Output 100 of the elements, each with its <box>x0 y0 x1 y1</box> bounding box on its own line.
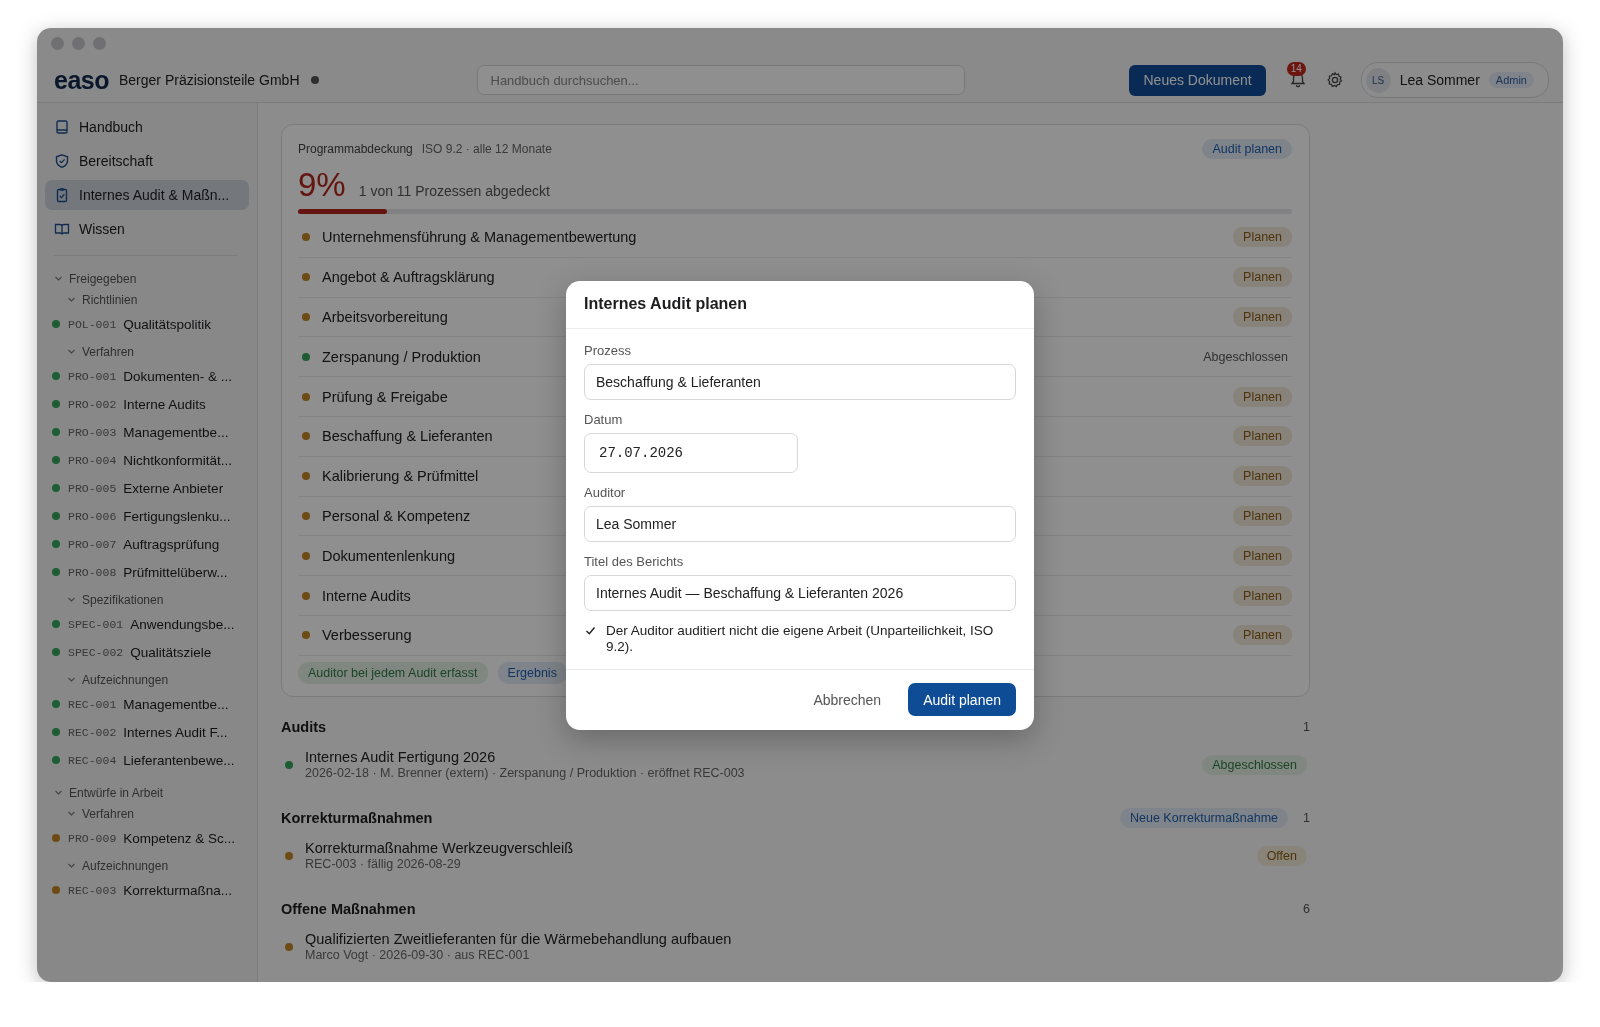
field-label: Prozess <box>584 342 632 358</box>
chevron-icon <box>54 274 63 283</box>
status-badge: Offen <box>1256 845 1307 866</box>
item-meta: Marco Vogt · 2026-09-30 · aus REC-001 <box>305 948 531 963</box>
process-name: Unternehmensführung & Managementbewertung <box>322 229 637 246</box>
status-dot <box>310 76 319 84</box>
document-item[interactable]: PRO-007 Auftragsprüfung <box>45 530 249 558</box>
process-name: Kalibrierung & Prüfmittel <box>322 468 479 485</box>
chevron-icon <box>67 675 76 684</box>
document-item[interactable]: REC-002 Internes Audit F... <box>45 718 249 746</box>
plan-button[interactable]: Planen <box>1233 505 1292 526</box>
document-code: PRO-005 <box>68 481 117 495</box>
tree-group[interactable]: Freigegeben <box>45 268 249 289</box>
settings-icon <box>1325 71 1344 89</box>
document-code: SPEC-001 <box>68 617 124 631</box>
document-title: Internes Audit F... <box>123 724 228 740</box>
cancel-button[interactable]: Abbrechen <box>807 690 888 709</box>
book-icon <box>54 119 70 135</box>
submit-button[interactable]: Audit planen <box>908 683 1016 716</box>
document-item[interactable]: PRO-009 Kompetenz & Sc... <box>45 824 249 852</box>
document-title: Managementbe... <box>123 696 229 712</box>
process-name: Prüfung & Freigabe <box>322 388 448 405</box>
document-item[interactable]: REC-003 Korrekturmaßna... <box>45 876 249 904</box>
process-name: Zerspanung / Produktion <box>322 348 481 365</box>
tree-group[interactable]: Richtlinien <box>45 289 249 310</box>
tree-group[interactable]: Aufzeichnungen <box>45 855 249 876</box>
dialog-title: Internes Audit planen <box>566 280 1034 329</box>
date-field[interactable]: 27.07.2026 <box>584 432 798 473</box>
input-field[interactable]: Internes Audit — Beschaffung & Lieferanten 2026 <box>584 574 1016 611</box>
sidebar-item[interactable]: Wissen <box>45 214 249 244</box>
tag: Ergebnis <box>497 661 567 684</box>
search-field[interactable]: Handbuch durchsuchen... <box>476 65 965 95</box>
plan-button[interactable]: Planen <box>1233 545 1292 566</box>
process-name: Personal & Kompetenz <box>322 507 471 524</box>
document-title: Korrekturmaßna... <box>123 882 233 898</box>
plan-button[interactable]: Planen <box>1233 426 1292 447</box>
sidebar-item[interactable]: Handbuch <box>45 112 249 142</box>
plan-button[interactable]: Planen <box>1233 585 1292 606</box>
sidebar-item[interactable]: Bereitschaft <box>45 146 249 176</box>
process-name: Angebot & Auftragsklärung <box>322 269 495 286</box>
process-name: Beschaffung & Lieferanten <box>322 428 493 445</box>
section-count: 1 <box>1302 719 1310 734</box>
document-item[interactable]: REC-001 Managementbe... <box>45 690 249 718</box>
document-item[interactable]: PRO-006 Fertigungslenku... <box>45 502 249 530</box>
tree-group-label: Verfahren <box>82 806 135 821</box>
shield-icon <box>54 153 70 169</box>
process-name: Verbesserung <box>322 627 412 644</box>
document-title: Nichtkonformität... <box>123 452 233 468</box>
plan-button[interactable]: Planen <box>1233 625 1292 646</box>
plan-button[interactable]: Planen <box>1233 267 1292 288</box>
user-menu[interactable]: LS Lea Sommer Admin <box>1360 62 1549 98</box>
role-badge: Admin <box>1488 72 1534 88</box>
plan-audit-button[interactable]: Audit planen <box>1202 139 1292 159</box>
tag: Auditor bei jedem Audit erfasst <box>298 661 488 684</box>
document-code: SPEC-002 <box>68 645 124 659</box>
input-field[interactable]: Lea Sommer <box>584 505 1016 542</box>
document-item[interactable]: REC-004 Lieferantenbewe... <box>45 746 249 774</box>
chevron-icon <box>67 347 76 356</box>
plan-button[interactable]: Planen <box>1233 307 1292 327</box>
document-item[interactable]: PRO-005 Externe Anbieter <box>45 474 249 502</box>
plan-button[interactable]: Planen <box>1233 227 1292 248</box>
new-corrective-action-button[interactable]: Neue Korrekturmaßnahme <box>1120 807 1288 828</box>
field-label: Titel des Berichts <box>584 553 685 569</box>
notification-count: 14 <box>1286 62 1306 76</box>
sidebar-item-label: Internes Audit & Maßn... <box>79 187 230 203</box>
document-item[interactable]: PRO-003 Managementbe... <box>45 418 249 446</box>
tree-group[interactable]: Verfahren <box>45 803 249 824</box>
chevron-icon <box>67 861 76 870</box>
section-count: 6 <box>1302 901 1310 916</box>
tree-group[interactable]: Spezifikationen <box>45 589 249 610</box>
document-item[interactable]: PRO-002 Interne Audits <box>45 390 249 418</box>
sidebar-item[interactable]: Internes Audit & Maßn... <box>45 180 249 210</box>
document-item[interactable]: SPEC-002 Qualitätsziele <box>45 638 249 666</box>
document-code: REC-001 <box>68 697 117 711</box>
coverage-summary: 1 von 11 Prozessen abgedeckt <box>358 183 550 199</box>
new-document-button[interactable]: Neues Dokument <box>1129 64 1266 96</box>
document-item[interactable]: POL-001 Qualitätspolitik <box>45 310 249 338</box>
chevron-icon <box>67 809 76 818</box>
settings-button[interactable] <box>1325 71 1344 89</box>
tree-group[interactable]: Entwürfe in Arbeit <box>45 782 249 803</box>
document-title: Managementbe... <box>123 424 229 440</box>
plan-button[interactable]: Planen <box>1233 466 1292 487</box>
tree-group-label: Richtlinien <box>82 292 138 307</box>
logo[interactable]: easo <box>54 65 109 95</box>
document-title: Qualitätspolitik <box>123 316 212 332</box>
tree-group-label: Verfahren <box>82 344 135 359</box>
plan-button[interactable]: Planen <box>1233 386 1292 407</box>
document-item[interactable]: PRO-008 Prüfmittelüberw... <box>45 558 249 586</box>
document-code: REC-003 <box>68 883 117 897</box>
field-label: Datum <box>584 411 624 427</box>
card-title: Programmabdeckung <box>298 142 413 156</box>
document-item[interactable]: PRO-001 Dokumenten- & ... <box>45 362 249 390</box>
avatar: LS <box>1365 67 1391 93</box>
document-item[interactable]: PRO-004 Nichtkonformität... <box>45 446 249 474</box>
input-field[interactable]: Beschaffung & Lieferanten <box>584 363 1016 400</box>
tree-group-label: Aufzeichnungen <box>82 672 169 687</box>
tree-group[interactable]: Aufzeichnungen <box>45 669 249 690</box>
tree-group[interactable]: Verfahren <box>45 341 249 362</box>
document-item[interactable]: SPEC-001 Anwendungsbe... <box>45 610 249 638</box>
document-title: Anwendungsbe... <box>130 616 235 632</box>
